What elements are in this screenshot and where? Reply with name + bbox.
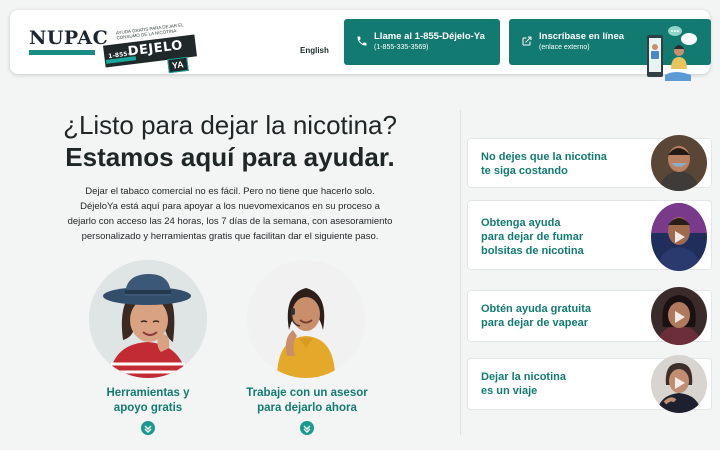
hero-body-line: Dejar el tabaco comercial no es fácil. P… (85, 186, 375, 197)
side-card-video-thumb[interactable] (651, 355, 707, 413)
side-card-line: bolsitas de nicotina (481, 245, 584, 257)
tools-card-label-line: apoyo gratis (113, 402, 183, 414)
hero-body: Dejar el tabaco comercial no es fácil. P… (55, 184, 405, 244)
woman-hat-portrait (89, 260, 207, 378)
side-card-line: para dejar de fumar (481, 231, 584, 243)
woman-headset-portrait (247, 260, 365, 378)
external-link-icon (522, 36, 532, 46)
hero-title-line1: ¿Listo para dejar la nicotina? (63, 110, 397, 140)
chevron-down-icon (303, 425, 311, 433)
side-card-text: No dejes que la nicotina te siga costand… (481, 150, 607, 178)
counselor-expand-button[interactable] (300, 421, 314, 435)
counselor-card-label[interactable]: Trabaje con un asesor para dejarlo ahora (236, 386, 378, 416)
side-card-video-thumb[interactable] (651, 203, 707, 271)
woman-portrait (651, 287, 707, 345)
signup-button[interactable]: Inscríbase en línea (enlace externo) (509, 19, 711, 81)
dejeloya-logo[interactable]: AYUDA GRATIS PARA DEJAR EL CONSUMO DE LA… (103, 22, 200, 74)
nupac-logo[interactable]: NUPAC (29, 27, 109, 55)
side-card-video-thumb[interactable] (651, 135, 707, 191)
hero-body-line: DéjeloYa está aquí para apoyar a los nue… (80, 201, 380, 212)
counselor-photo[interactable] (247, 260, 365, 378)
side-card-line: te siga costando (481, 165, 568, 177)
signup-button-title: Inscríbase en línea (539, 31, 625, 42)
site-header: NUPAC AYUDA GRATIS PARA DEJAR EL CONSUMO… (10, 10, 711, 81)
side-card-line: Obtén ayuda gratuita (481, 303, 592, 315)
nupac-logo-text: NUPAC (29, 27, 109, 49)
side-card-text: Obtenga ayuda para dejar de fumar bolsit… (481, 216, 584, 258)
call-button-subtitle: (1-855-335-3569) (374, 44, 429, 51)
tools-expand-button[interactable] (141, 421, 155, 435)
side-card-video-thumb[interactable] (651, 287, 707, 345)
side-card-text: Obtén ayuda gratuita para dejar de vapea… (481, 302, 591, 330)
hero-body-line: personalizado y herramientas gratis que … (81, 231, 379, 242)
side-card-pouches[interactable]: Obtenga ayuda para dejar de fumar bolsit… (467, 200, 712, 271)
hero-body-line: dejarlo con acceso las 24 horas, los 7 d… (67, 216, 393, 227)
side-card-vaping[interactable]: Obtén ayuda gratuita para dejar de vapea… (467, 287, 712, 345)
hero-title-line2: Estamos aquí para ayudar. (65, 142, 395, 172)
phone-chat-illustration (647, 26, 697, 81)
call-button[interactable]: Llame al 1-855-Déjelo-Ya (1-855-335-3569… (344, 19, 500, 65)
side-card-line: No dejes que la nicotina (481, 151, 607, 163)
side-card-journey[interactable]: Dejar la nicotina es un viaje (467, 355, 712, 413)
signup-button-subtitle: (enlace externo) (539, 44, 590, 51)
counselor-card-label-line: para dejarlo ahora (257, 402, 357, 414)
side-card-text: Dejar la nicotina es un viaje (481, 370, 566, 398)
side-card-line: Obtenga ayuda (481, 217, 561, 229)
chevron-down-icon (144, 425, 152, 433)
column-divider (460, 110, 461, 435)
side-card-line: Dejar la nicotina (481, 371, 566, 383)
nupac-logo-bar (29, 50, 95, 55)
counselor-card-label-line: Trabaje con un asesor (246, 387, 368, 399)
phone-icon (357, 36, 367, 46)
older-woman-portrait (651, 355, 707, 413)
tools-photo[interactable] (89, 260, 207, 378)
language-link[interactable]: English (300, 46, 329, 55)
tools-card-label-line: Herramientas y (106, 387, 190, 399)
man-pouch-portrait (651, 203, 707, 271)
side-card-line: es un viaje (481, 385, 538, 397)
side-card-line: para dejar de vapear (481, 317, 589, 329)
side-card-cost[interactable]: No dejes que la nicotina te siga costand… (467, 135, 712, 191)
dejeloya-ya: YA (167, 56, 189, 74)
man-portrait (651, 135, 707, 191)
tools-card-label[interactable]: Herramientas y apoyo gratis (88, 386, 208, 416)
call-button-title: Llame al 1-855-Déjelo-Ya (374, 31, 485, 42)
